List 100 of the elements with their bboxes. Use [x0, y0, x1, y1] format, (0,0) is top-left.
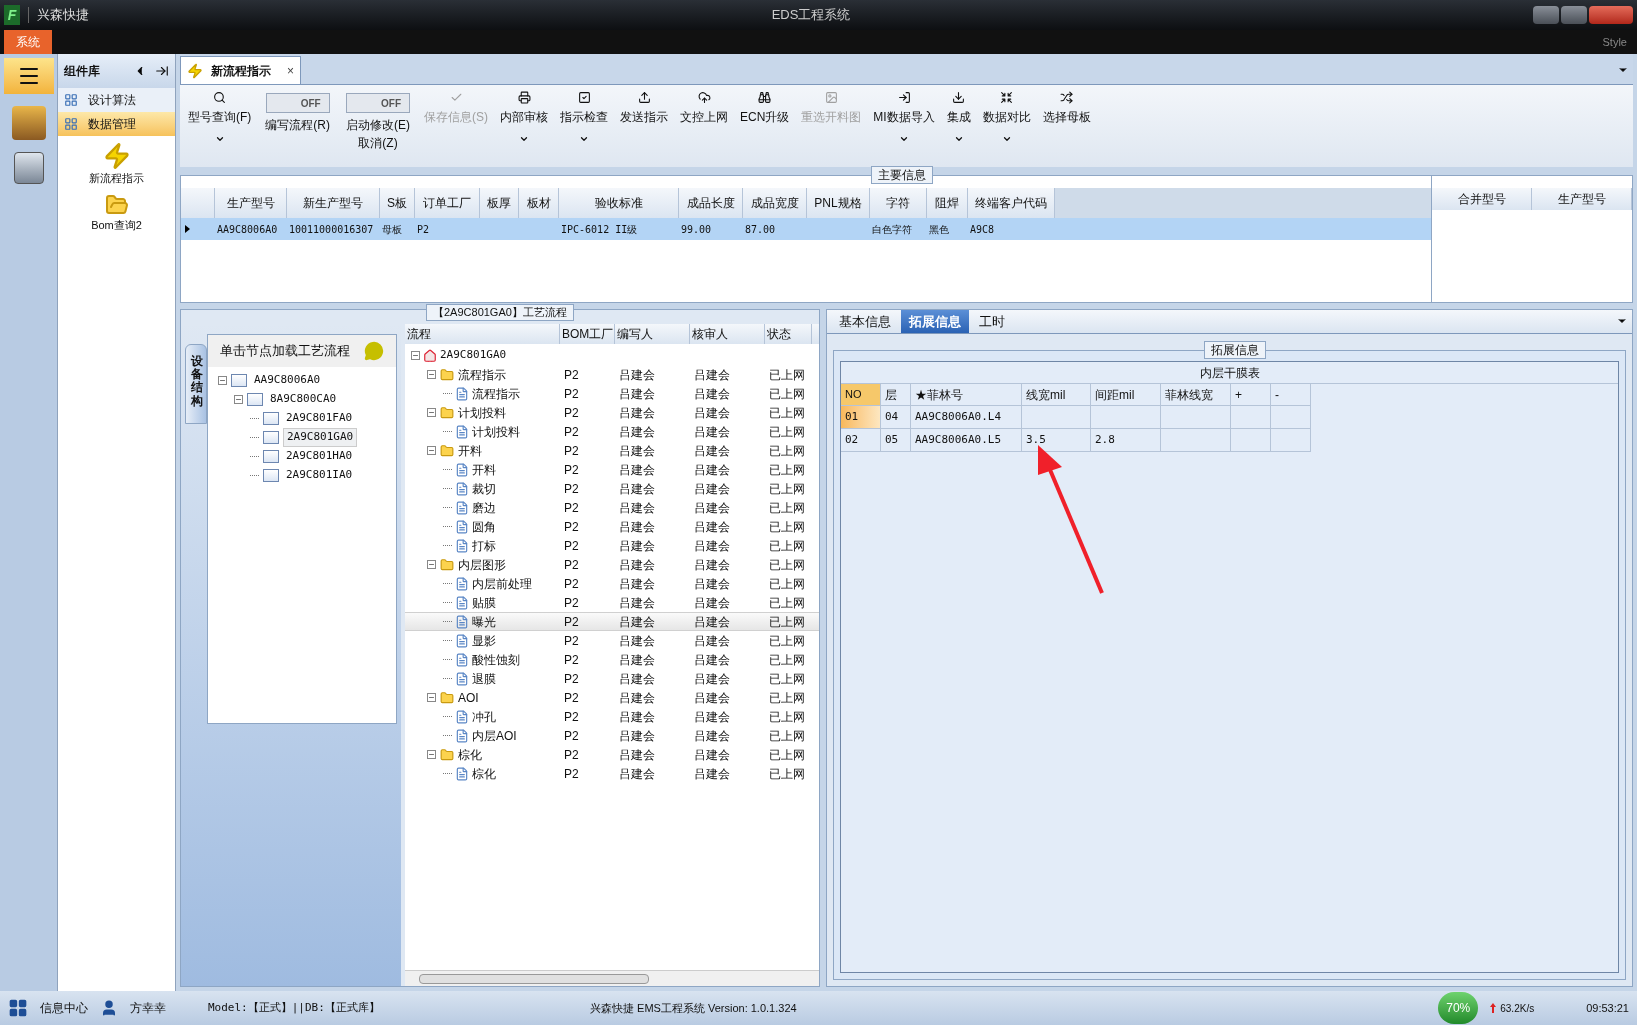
tree-node[interactable]: 2A9C801IA0 [283, 467, 356, 484]
expander-icon[interactable] [427, 693, 436, 702]
table-cell-text: 吕建会 [693, 461, 731, 479]
tree-row[interactable]: 冲孔 P2 吕建会 吕建会 已上网 [405, 707, 819, 726]
tab-close-button[interactable]: × [287, 61, 294, 80]
tab[interactable]: 拓展信息 [901, 309, 969, 333]
toolbar-button[interactable]: 指示检查 [554, 85, 614, 144]
column-header[interactable]: ★菲林号 [911, 384, 1022, 406]
toolbar-button[interactable]: ECN升级 [734, 85, 796, 126]
toolbar-button[interactable]: 文控上网 [674, 85, 734, 126]
column-header[interactable]: NO [841, 384, 881, 406]
style-menu[interactable]: Style [1602, 33, 1627, 50]
toolbar-button[interactable]: 数据对比 [976, 85, 1037, 144]
expander-icon[interactable] [218, 376, 227, 385]
expander-icon[interactable] [427, 750, 436, 759]
column-header[interactable]: 编写人 [615, 324, 690, 344]
table-row[interactable]: AA9C8006A0 10011000016307 母板 P2 IPC-6012 II级 99.00 87.00 白色字符 黑色 A9C8 [181, 218, 1431, 240]
tree-node[interactable]: 8A9C800CA0 [267, 391, 340, 408]
toolbar-button[interactable]: 选择母板 [1036, 85, 1097, 126]
column-header[interactable]: 核审人 [690, 324, 765, 344]
tree-node-label: 磨边 [472, 499, 496, 517]
table-cell-text: 吕建会 [618, 480, 656, 498]
toolbar-button[interactable]: 型号查询(F) [182, 85, 258, 144]
tree-row[interactable]: 磨边 P2 吕建会 吕建会 已上网 [405, 498, 819, 517]
grid-icon [62, 117, 80, 131]
toolbar-button[interactable]: 发送指示 [614, 85, 674, 126]
tab[interactable]: 工时 [971, 309, 1013, 333]
tree-node[interactable]: 2A9C801FA0 [283, 410, 356, 427]
tree-row[interactable]: 流程指示 P2 吕建会 吕建会 已上网 [405, 384, 819, 403]
tree-node[interactable]: 2A9C801GA0 [283, 428, 358, 447]
menu-button[interactable] [3, 58, 54, 94]
table-cell-text: 吕建会 [618, 518, 656, 536]
tree-row[interactable]: 圆角 P2 吕建会 吕建会 已上网 [405, 517, 819, 536]
column-header[interactable]: 层 [881, 384, 911, 406]
expander-icon[interactable] [411, 351, 420, 360]
expander-icon[interactable] [234, 395, 243, 404]
panel-item[interactable]: 设计算法 [58, 88, 175, 112]
tree-row[interactable]: 裁切 P2 吕建会 吕建会 已上网 [405, 479, 819, 498]
column-header[interactable]: 间距mil [1091, 384, 1161, 406]
toolbar-icon [449, 91, 463, 104]
column-header[interactable]: 线宽mil [1022, 384, 1091, 406]
column-header[interactable]: + [1231, 384, 1271, 406]
document-icon [455, 462, 469, 477]
column-header[interactable]: 菲林线宽 [1161, 384, 1231, 406]
tree-row[interactable]: 开料 P2 吕建会 吕建会 已上网 [405, 460, 819, 479]
tree-node-label: 内层前处理 [472, 575, 532, 593]
column-header[interactable]: 流程 [405, 324, 560, 344]
tree-row[interactable]: 酸性蚀刻 P2 吕建会 吕建会 已上网 [405, 650, 819, 669]
toolbar-icon [897, 91, 911, 104]
column-header[interactable]: 状态 [765, 324, 812, 344]
tree-row[interactable]: 棕化 P2 吕建会 吕建会 已上网 [405, 745, 819, 764]
tree-row[interactable]: 曝光 P2 吕建会 吕建会 已上网 [405, 612, 819, 631]
minimize-button[interactable] [1533, 6, 1559, 24]
tree-row[interactable]: 2A9C801GA0 [405, 346, 819, 365]
tree-row[interactable]: 棕化 P2 吕建会 吕建会 已上网 [405, 764, 819, 783]
table-cell-text: 吕建会 [693, 632, 731, 650]
tree-node-label: 流程指示 [472, 385, 520, 403]
column-header[interactable]: BOM工厂 [560, 324, 615, 344]
tree-row[interactable]: AOI P2 吕建会 吕建会 已上网 [405, 688, 819, 707]
expander-icon[interactable] [427, 408, 436, 417]
side-tab[interactable]: 设备结构 [185, 344, 207, 424]
tree-row[interactable]: 退膜 P2 吕建会 吕建会 已上网 [405, 669, 819, 688]
tree-row[interactable]: 显影 P2 吕建会 吕建会 已上网 [405, 631, 819, 650]
tree-row[interactable]: 贴膜 P2 吕建会 吕建会 已上网 [405, 593, 819, 612]
table-cell-text: 吕建会 [618, 651, 656, 669]
column-header[interactable]: - [1271, 384, 1311, 406]
tree-node-label: 开料 [472, 461, 496, 479]
tool-item[interactable]: Bom查询2 [58, 192, 175, 233]
table-cell-text: 吕建会 [618, 670, 656, 688]
tree-row[interactable]: 计划投料 P2 吕建会 吕建会 已上网 [405, 403, 819, 422]
tree-node[interactable]: AA9C8006A0 [251, 372, 324, 389]
status-text[interactable]: 信息中心 [40, 999, 88, 1017]
toolbar-button[interactable]: 内部审核 [494, 85, 554, 144]
panel-item[interactable]: 数据管理 [58, 112, 175, 136]
table-cell-text: 吕建会 [618, 727, 656, 745]
table-cell-text: 黑色 [928, 222, 950, 237]
tree-row[interactable]: 内层图形 P2 吕建会 吕建会 已上网 [405, 555, 819, 574]
tool-item[interactable]: 新流程指示 [58, 142, 175, 187]
toggle-sublabel[interactable]: 取消(Z) [358, 134, 398, 152]
tree-row[interactable]: 打标 P2 吕建会 吕建会 已上网 [405, 536, 819, 555]
document-tab[interactable]: 新流程指示 × [180, 56, 301, 84]
column-header[interactable]: 合并型号 [1432, 188, 1532, 210]
tree-row[interactable]: 流程指示 P2 吕建会 吕建会 已上网 [405, 365, 819, 384]
expander-icon[interactable] [427, 370, 436, 379]
toggle-switch[interactable]: OFF [265, 93, 330, 113]
toggle-switch[interactable]: OFF [346, 93, 410, 113]
tree-row[interactable]: 内层前处理 P2 吕建会 吕建会 已上网 [405, 574, 819, 593]
column-header[interactable]: 生产型号 [1532, 188, 1632, 210]
tree-row[interactable]: 计划投料 P2 吕建会 吕建会 已上网 [405, 422, 819, 441]
horizontal-scrollbar[interactable] [405, 970, 819, 986]
tree-node[interactable]: 2A9C801HA0 [283, 448, 356, 465]
toolbar-button[interactable]: MI数据导入 [867, 85, 941, 144]
tree-row[interactable]: 开料 P2 吕建会 吕建会 已上网 [405, 441, 819, 460]
tree-row[interactable]: 内层AOI P2 吕建会 吕建会 已上网 [405, 726, 819, 745]
toolbar-button[interactable]: 集成 [940, 85, 977, 144]
expander-icon[interactable] [427, 560, 436, 569]
maximize-button[interactable] [1561, 6, 1587, 24]
tab[interactable]: 基本信息 [831, 309, 899, 333]
tree-node-label: 开料 [458, 442, 482, 460]
expander-icon[interactable] [427, 446, 436, 455]
